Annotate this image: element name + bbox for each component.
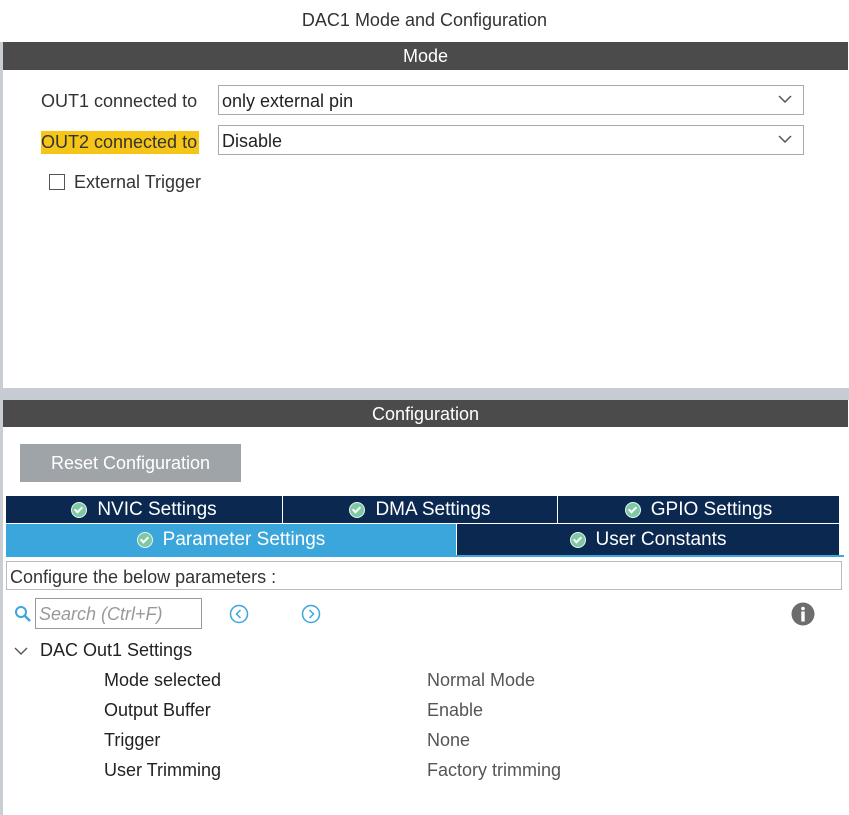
check-circle-icon: [624, 501, 641, 518]
external-trigger-label: External Trigger: [74, 172, 202, 192]
tab-dma-settings[interactable]: DMA Settings: [283, 496, 557, 523]
tab-user-constants[interactable]: User Constants: [457, 524, 839, 555]
panel-splitter[interactable]: [0, 388, 849, 400]
tab-nvic-settings[interactable]: NVIC Settings: [6, 496, 282, 523]
tab-label: DMA Settings: [375, 498, 491, 520]
chevron-down-icon: [778, 135, 792, 144]
out1-select[interactable]: only external pin: [218, 85, 804, 115]
tab-parameter-settings[interactable]: Parameter Settings: [6, 524, 456, 555]
chevron-down-icon: [778, 95, 792, 104]
out1-value: only external pin: [222, 91, 354, 111]
param-name: User Trimming: [104, 760, 222, 780]
check-circle-icon: [136, 531, 153, 548]
out2-label: OUT2 connected to: [41, 131, 200, 154]
param-value: Enable: [427, 700, 484, 720]
check-circle-icon: [569, 531, 586, 548]
window-title: DAC1 Mode and Configuration: [301, 10, 548, 30]
param-name: Output Buffer: [104, 700, 211, 720]
param-value: None: [427, 730, 471, 750]
tab-underline: [6, 555, 844, 557]
configuration-header: Configuration: [3, 400, 848, 427]
out2-select[interactable]: Disable: [218, 125, 804, 155]
chevron-down-icon: [14, 647, 28, 656]
parameters-description: Configure the below parameters :: [6, 561, 842, 590]
tab-gpio-settings[interactable]: GPIO Settings: [558, 496, 839, 523]
param-value: Normal Mode: [427, 670, 536, 690]
param-name: Trigger: [104, 730, 161, 750]
mode-header: Mode: [3, 42, 848, 70]
previous-match-icon[interactable]: [229, 604, 249, 624]
info-icon[interactable]: [791, 602, 815, 626]
param-name: Mode selected: [104, 670, 222, 690]
tab-label: GPIO Settings: [650, 498, 773, 520]
check-circle-icon: [349, 501, 366, 518]
dac-out1-settings-group[interactable]: DAC Out1 Settings: [14, 640, 192, 661]
group-title: DAC Out1 Settings: [40, 640, 193, 660]
tab-label: User Constants: [595, 528, 727, 550]
search-input[interactable]: Search (Ctrl+F): [35, 598, 202, 629]
param-value: Factory trimming: [427, 760, 562, 780]
check-circle-icon: [71, 501, 88, 518]
next-match-icon[interactable]: [301, 604, 321, 624]
external-trigger-checkbox[interactable]: [49, 174, 65, 190]
search-icon: [15, 606, 31, 622]
out2-value: Disable: [222, 131, 283, 151]
reset-configuration-button[interactable]: Reset Configuration: [20, 444, 241, 482]
tab-label: NVIC Settings: [97, 498, 217, 520]
tab-label: Parameter Settings: [162, 528, 326, 550]
out1-label: OUT1 connected to: [41, 91, 198, 111]
left-edge-divider: [0, 42, 3, 815]
